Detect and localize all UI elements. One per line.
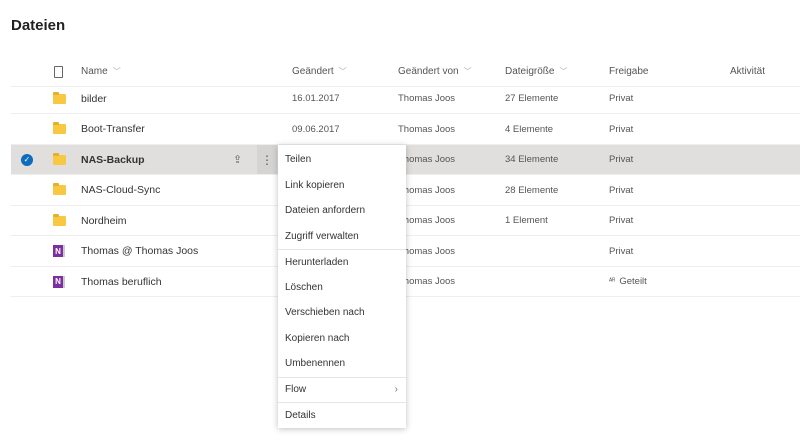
chevron-down-icon: ﹀	[338, 67, 347, 76]
row-groesse: 27 Elemente	[505, 93, 559, 104]
freigabe-value: Privat	[609, 154, 634, 165]
folder-icon	[53, 152, 66, 165]
row-groesse: 28 Elemente	[505, 184, 559, 196]
column-freigabe[interactable]: Freigabe	[609, 57, 648, 86]
row-name[interactable]: Nordheim	[81, 206, 127, 235]
row-name[interactable]: Thomas beruflich	[81, 267, 162, 296]
menu-item-umbenennen[interactable]: Umbenennen	[278, 351, 406, 377]
onenote-icon: N	[53, 245, 65, 257]
row-geaendert-von: Thomas Joos	[398, 184, 456, 196]
menu-item-label: Zugriff verwalten	[285, 230, 359, 242]
row-name[interactable]: bilder	[81, 84, 107, 113]
row-geaendert-von: Thomas Joos	[398, 215, 456, 226]
chevron-right-icon: ›	[394, 384, 398, 396]
table-row[interactable]: Boot-Transfer 09.06.2017 Thomas Joos 4 Elem…	[11, 115, 800, 145]
more-options-icon[interactable]: ⋮	[257, 145, 277, 174]
row-name[interactable]: Thomas @ Thomas Joos	[81, 237, 198, 266]
menu-item-link-kopieren[interactable]: Link kopieren	[278, 173, 406, 199]
row-freigabe: Privat	[609, 206, 633, 235]
row-geaendert-von: Thomas Joos	[398, 123, 456, 135]
column-label: Geändert	[292, 66, 334, 77]
freigabe-value: Privat	[609, 93, 634, 104]
row-geaendert: 09.06.2017	[292, 123, 340, 135]
row-name[interactable]: NAS-Backup	[81, 145, 145, 174]
row-name[interactable]: NAS-Cloud-Sync	[81, 176, 160, 205]
people-icon: ᴬᴿ	[609, 278, 616, 285]
freigabe-value: Privat	[609, 184, 634, 196]
freigabe-value: Geteilt	[619, 276, 647, 287]
chevron-down-icon: ﹀	[559, 67, 568, 76]
context-menu: Teilen Link kopieren Dateien anfordern Zugr…	[278, 145, 406, 428]
row-geaendert: 16.01.2017	[292, 93, 340, 104]
row-freigabe: Privat	[609, 237, 633, 266]
folder-icon	[53, 91, 66, 104]
menu-item-label: Kopieren nach	[285, 332, 350, 344]
chevron-down-icon: ﹀	[112, 67, 121, 76]
column-header-row: Name ﹀ Geändert ﹀ Geändert von ﹀ Dateigröße…	[11, 57, 800, 87]
menu-item-teilen[interactable]: Teilen	[278, 147, 406, 173]
menu-item-label: Löschen	[285, 281, 323, 293]
column-geaendert[interactable]: Geändert ﹀	[292, 57, 347, 86]
menu-item-kopieren-nach[interactable]: Kopieren nach	[278, 326, 406, 352]
column-geaendert-von[interactable]: Geändert von ﹀	[398, 57, 472, 86]
row-freigabe: Privat	[609, 176, 633, 205]
menu-item-label: Teilen	[285, 154, 312, 166]
chevron-down-icon: ﹀	[463, 67, 472, 76]
freigabe-value: Privat	[609, 123, 634, 135]
onenote-icon: N	[53, 275, 65, 288]
menu-item-label: Link kopieren	[285, 179, 345, 191]
column-label: Dateigröße	[505, 66, 555, 77]
row-geaendert-von: Thomas Joos	[398, 245, 456, 257]
page-title: Dateien	[11, 17, 66, 34]
column-label: Name	[81, 66, 108, 77]
column-label: Aktivität	[730, 66, 766, 77]
row-freigabe: Privat	[609, 84, 633, 113]
menu-item-details[interactable]: Details	[278, 402, 406, 428]
row-geaendert-von: Thomas Joos	[398, 276, 456, 287]
menu-item-verschieben-nach[interactable]: Verschieben nach	[278, 300, 406, 326]
row-geaendert-von: Thomas Joos	[398, 154, 456, 165]
row-groesse: 34 Elemente	[505, 154, 559, 165]
column-dateigroesse[interactable]: Dateigröße ﹀	[505, 57, 567, 86]
row-groesse: 1 Element	[505, 215, 548, 226]
column-aktivitaet[interactable]: Aktivität	[730, 57, 765, 86]
folder-icon	[53, 122, 66, 134]
row-geaendert-von: Thomas Joos	[398, 93, 456, 104]
checkmark-icon[interactable]: ✓	[21, 153, 33, 166]
menu-item-label: Dateien anfordern	[285, 205, 366, 217]
menu-item-label: Flow	[285, 384, 307, 396]
share-icon[interactable]: ⇪	[233, 145, 242, 174]
row-freigabe: ᴬᴿ Geteilt	[609, 267, 647, 296]
menu-item-dateien-anfordern[interactable]: Dateien anfordern	[278, 198, 406, 224]
row-freigabe: Privat	[609, 145, 633, 174]
menu-item-zugriff-verwalten[interactable]: Zugriff verwalten	[278, 224, 406, 250]
table-row[interactable]: bilder 16.01.2017 Thomas Joos 27 Elemente Pr…	[11, 84, 800, 114]
freigabe-value: Privat	[609, 245, 634, 257]
menu-item-flow[interactable]: Flow ›	[278, 376, 406, 403]
row-groesse: 4 Elemente	[505, 123, 554, 135]
menu-item-label: Verschieben nach	[285, 307, 365, 319]
row-freigabe: Privat	[609, 115, 633, 144]
column-name[interactable]: Name ﹀	[81, 57, 121, 86]
menu-item-label: Details	[285, 409, 316, 421]
freigabe-value: Privat	[609, 215, 634, 226]
folder-icon	[53, 213, 66, 226]
column-label: Geändert von	[398, 66, 459, 77]
menu-item-label: Umbenennen	[285, 358, 346, 370]
menu-item-herunterladen[interactable]: Herunterladen	[278, 249, 406, 275]
row-name[interactable]: Boot-Transfer	[81, 115, 145, 144]
folder-icon	[53, 183, 66, 195]
file-type-icon[interactable]	[54, 65, 63, 78]
menu-item-label: Herunterladen	[285, 256, 349, 268]
column-label: Freigabe	[609, 66, 649, 77]
menu-item-löschen[interactable]: Löschen	[278, 275, 406, 301]
